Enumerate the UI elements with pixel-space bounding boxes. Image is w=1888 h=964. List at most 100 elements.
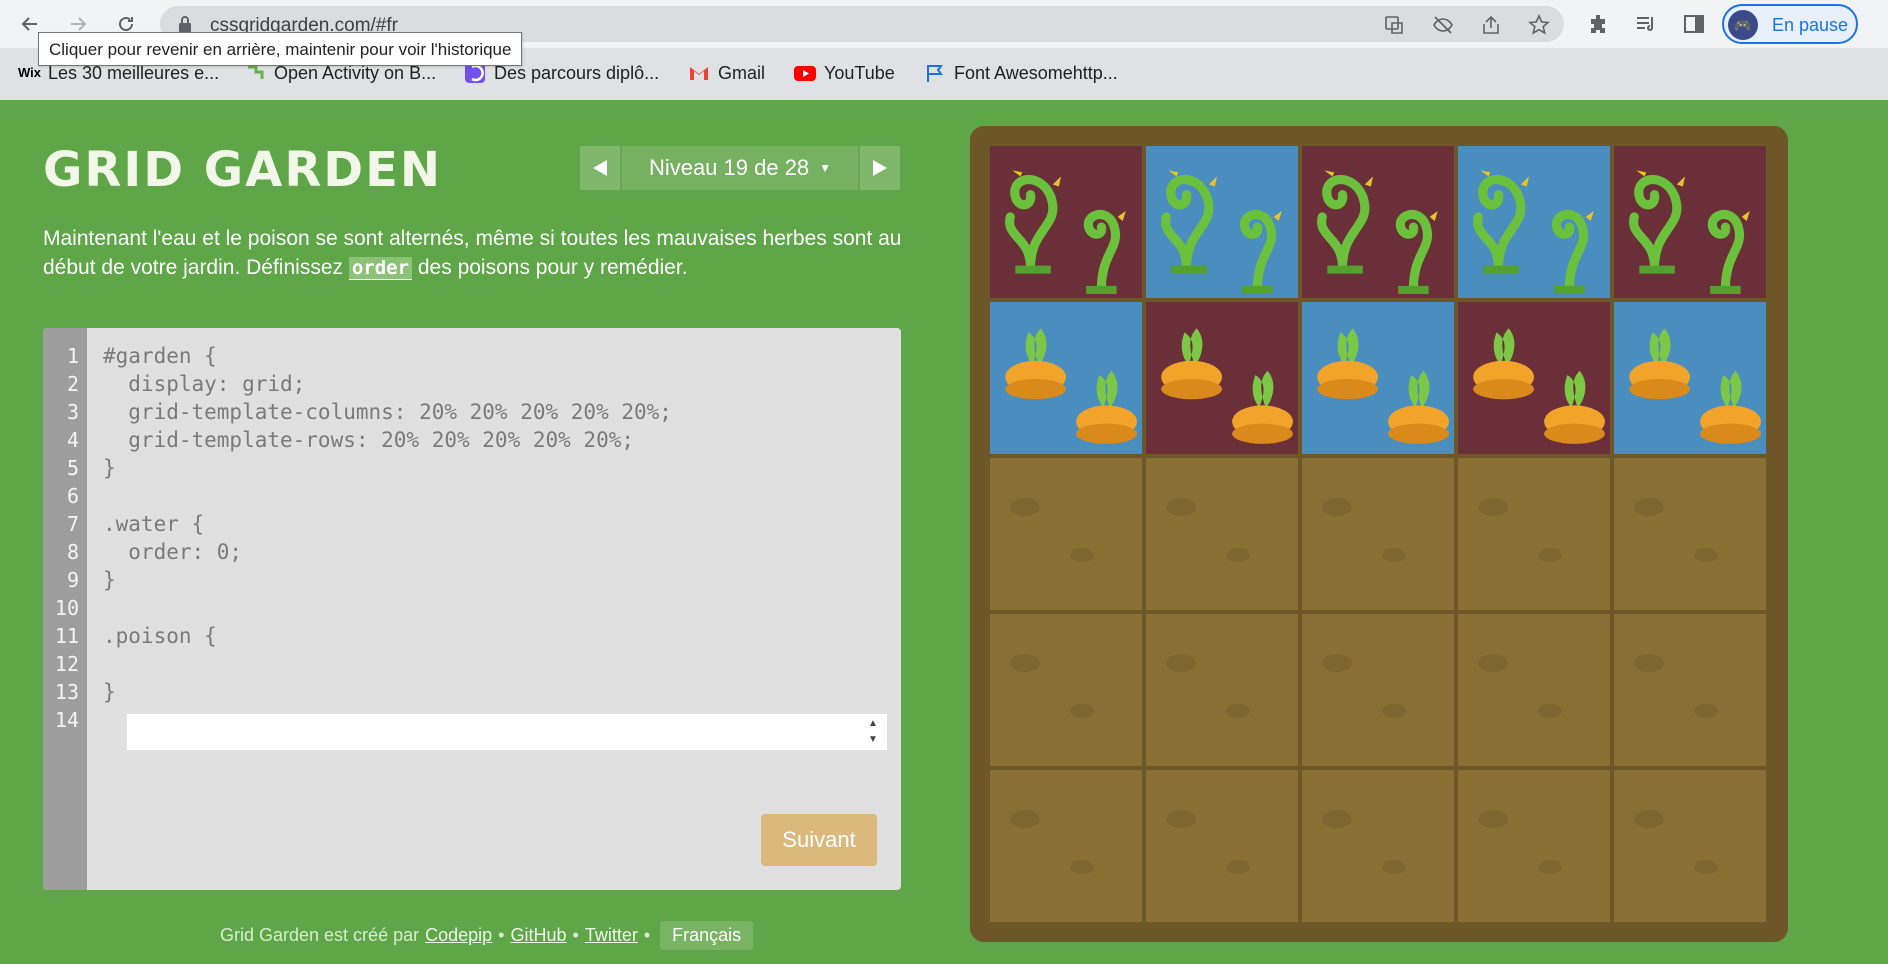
garden-cell-soil [1456,456,1612,612]
arrow-right-icon [71,17,87,31]
game-title: GRID GARDEN [43,142,443,198]
garden-cell-soil [988,768,1144,924]
level-label: Niveau 19 de 28 [648,155,810,180]
bookmark-gmail[interactable]: Gmail [688,60,765,86]
garden-cell-soil [1300,612,1456,768]
code-line: grid-template-rows: 20% 20% 20% 20% 20%; [103,428,635,452]
garden-cell-soil [988,612,1144,768]
share-icon[interactable] [1480,14,1502,36]
carrot-icon [1629,328,1761,444]
bookmark-youtube[interactable]: YouTube [794,60,895,86]
line-number: 3 [66,400,79,424]
code-line: display: grid; [103,372,306,396]
css-editor: ▲ ▼ Suivant 1 #garden { 2 display: grid; 3 g… [43,328,901,890]
line-number: 12 [54,652,79,676]
youtube-icon [794,66,816,81]
line-number: 13 [54,680,79,704]
garden-cell-water-weed [1144,144,1300,300]
input-spinner[interactable]: ▲ ▼ [863,716,883,748]
code-line: .water { [103,512,205,536]
codepip-link[interactable]: Codepip [425,925,492,946]
code-line: } [103,456,116,480]
carrot-icon [1161,328,1293,444]
garden-cell-soil [1144,456,1300,612]
line-number: 8 [66,540,79,564]
openclassrooms-icon [465,63,485,83]
instructions-code-order: order [348,257,413,280]
garden-cell-poison-weed [1300,144,1456,300]
line-number: 1 [66,344,79,368]
garden-cell-soil [988,456,1144,612]
bookmark-font-awesome[interactable]: Font Awesomehttp... [924,60,1118,86]
poison-css-input[interactable] [127,714,887,750]
gmail-icon [690,67,708,80]
garden-cell-water-carrot [1612,300,1768,456]
garden-cell-soil [1612,768,1768,924]
browser-chrome: cssgridgarden.com/#fr 🎮 En pause Wix Les… [0,0,1888,100]
caret-down-icon: ▼ [819,161,832,175]
lock-icon [179,16,191,32]
triangle-right-icon [873,160,887,176]
twitter-link[interactable]: Twitter [585,925,638,946]
line-number: 11 [54,624,79,648]
line-number: 10 [54,596,79,620]
extensions-icon[interactable] [1586,12,1610,36]
wix-icon: Wix [18,65,41,80]
media-icon[interactable] [1634,12,1658,36]
garden-cell-poison-carrot [1456,300,1612,456]
garden-cell-soil [1300,768,1456,924]
code-line: order: 0; [103,540,243,564]
gamepad-icon: 🎮 [1728,10,1758,40]
next-button[interactable]: Suivant [761,814,877,866]
arrow-left-icon [21,17,37,31]
garden-cell-soil [1144,768,1300,924]
reload-icon [119,16,133,31]
weed-icon [1161,170,1282,294]
profile-status: En pause [1772,15,1849,35]
flag-icon [927,65,943,82]
github-link[interactable]: GitHub [510,925,566,946]
garden-cell-poison-carrot [1144,300,1300,456]
code-line: .poison { [103,624,217,648]
code-line: grid-template-columns: 20% 20% 20% 20% 2… [103,400,672,424]
line-number: 7 [66,512,79,536]
garden-cell-soil [1300,456,1456,612]
garden-cell-soil [1456,612,1612,768]
carrot-icon [1005,328,1137,444]
instructions-text-end: des poisons pour y remédier. [412,256,688,279]
level-navigator: Niveau 19 de 28 ▼ [580,146,900,190]
garden-cell-water-carrot [988,300,1144,456]
garden-grid [988,144,1768,924]
instructions: Maintenant l'eau et le poison se sont al… [43,224,903,283]
garden-cell-soil [1144,612,1300,768]
garden-cell-soil [1612,612,1768,768]
translate-icon[interactable] [1384,14,1406,36]
profile-button[interactable]: 🎮 En pause [1722,4,1858,44]
garden-cell-water-carrot [1300,300,1456,456]
line-number: 2 [66,372,79,396]
line-number: 6 [66,484,79,508]
footer-sep: • [498,924,505,945]
level-indicator[interactable]: Niveau 19 de 28 ▼ [620,146,860,190]
footer-credit: Grid Garden est créé par [220,924,420,945]
code-line: } [103,568,116,592]
footer: Grid Garden est créé par Codepip • GitHu… [220,920,754,950]
next-level-button[interactable] [860,146,900,190]
side-panel-icon[interactable] [1682,12,1706,36]
star-icon[interactable] [1528,14,1550,36]
prev-level-button[interactable] [580,146,620,190]
garden-cell-poison-weed [988,144,1144,300]
weed-icon [1473,170,1594,294]
triangle-left-icon [593,160,607,176]
eye-off-icon[interactable] [1432,14,1454,36]
line-number: 4 [66,428,79,452]
code-line: } [103,680,116,704]
line-number: 5 [66,456,79,480]
language-selector[interactable]: Français [660,920,754,950]
garden-cell-soil [1456,768,1612,924]
weed-icon [1629,170,1750,294]
activity-icon [248,65,264,79]
line-number: 9 [66,568,79,592]
carrot-icon [1317,328,1449,444]
code-line: #garden { [103,344,217,368]
